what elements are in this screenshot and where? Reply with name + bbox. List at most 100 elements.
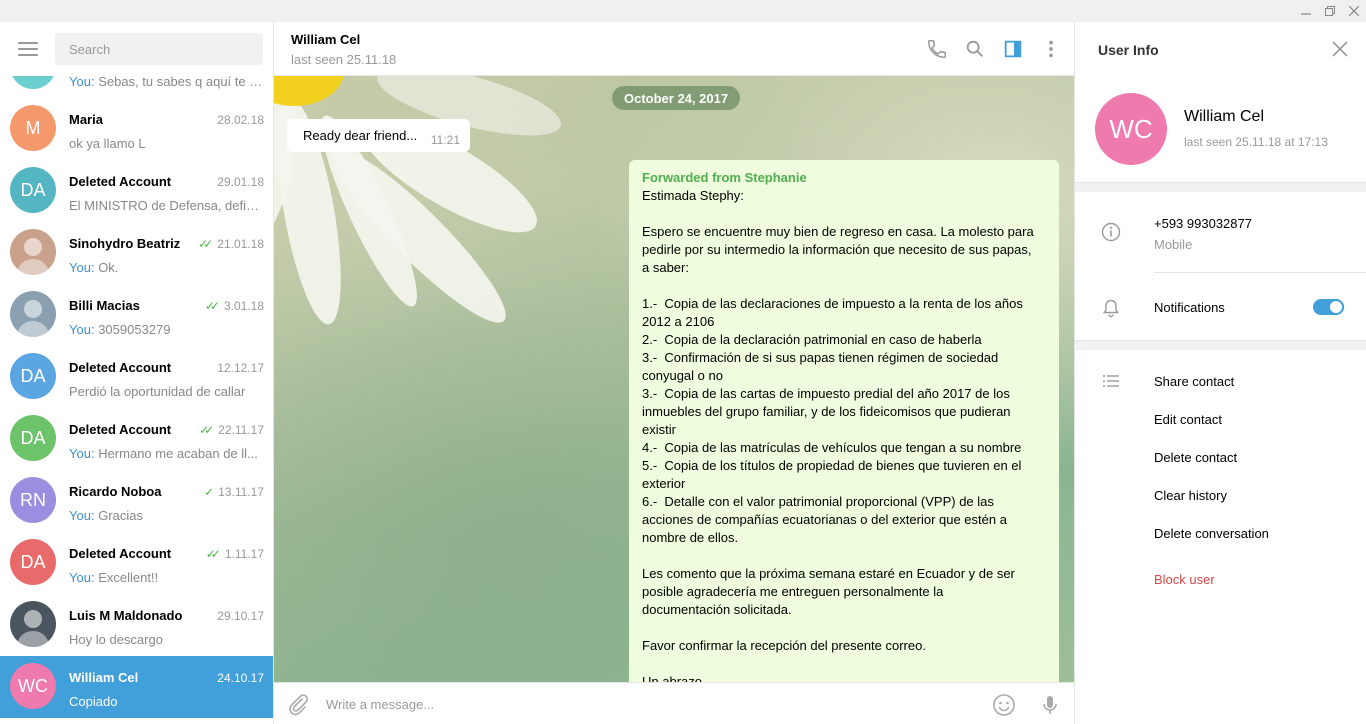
message-line: Favor confirmar la recepción del present… bbox=[642, 638, 926, 653]
user-name: William Cel bbox=[1184, 108, 1264, 125]
message-input[interactable] bbox=[326, 693, 976, 715]
chat-list-item[interactable]: DA Deleted Account ✓✓ 22.11.17 You: Hermano … bbox=[0, 408, 273, 470]
chat-date: 24.10.17 bbox=[217, 671, 264, 685]
menu-icon[interactable] bbox=[18, 42, 38, 56]
chat-name: Deleted Account bbox=[69, 360, 172, 375]
sidebar-toggle-icon[interactable] bbox=[1002, 38, 1024, 60]
message-line: Espero se encuentre muy bien de regreso … bbox=[642, 224, 1034, 239]
close-icon[interactable] bbox=[1331, 40, 1349, 58]
date-separator: October 24, 2017 bbox=[612, 86, 741, 110]
user-info-title: User Info bbox=[1098, 42, 1159, 58]
user-avatar[interactable]: WC bbox=[1095, 93, 1167, 165]
message-line: Un abrazo bbox=[642, 674, 702, 682]
phone-icon[interactable] bbox=[926, 38, 948, 60]
bell-icon bbox=[1101, 298, 1121, 318]
message-line bbox=[642, 547, 1046, 565]
chat-date-text: 1.11.17 bbox=[224, 547, 264, 561]
chat-list-item[interactable]: M Maria 28.02.18 ok ya llamo L bbox=[0, 98, 273, 160]
chat-date: 29.10.17 bbox=[217, 609, 264, 623]
chat-date: 29.01.18 bbox=[217, 175, 264, 189]
chat-date: ✓✓ 21.01.18 bbox=[198, 237, 264, 251]
delete-conversation-button[interactable]: Delete conversation bbox=[1154, 526, 1269, 541]
you-prefix: You: bbox=[69, 508, 95, 523]
info-icon bbox=[1101, 222, 1121, 242]
edit-contact-button[interactable]: Edit contact bbox=[1154, 412, 1222, 427]
chat-list-item[interactable]: DA Deleted Account ✓✓ 1.11.17 You: Excellent… bbox=[0, 532, 273, 594]
chat-list-item[interactable]: Sinohydro Beatriz ✓✓ 21.01.18 You: Ok. bbox=[0, 222, 273, 284]
chat-status: last seen 25.11.18 bbox=[291, 52, 397, 67]
chat-list-item[interactable]: Luis M Maldonado 29.10.17 Hoy lo descargo bbox=[0, 594, 273, 656]
more-vertical-icon[interactable] bbox=[1040, 38, 1062, 60]
chat-name: William Cel bbox=[69, 670, 139, 685]
check-icon: ✓✓ bbox=[199, 423, 214, 437]
chat-date: ✓✓ 3.01.18 bbox=[205, 299, 264, 313]
chat-date-text: 22.11.17 bbox=[218, 423, 264, 437]
delete-contact-button[interactable]: Delete contact bbox=[1154, 450, 1237, 465]
avatar: M bbox=[10, 105, 56, 151]
avatar bbox=[10, 601, 56, 647]
window-close-icon[interactable] bbox=[1340, 0, 1366, 22]
phone-label: Mobile bbox=[1154, 237, 1193, 252]
message-line: nombre de ellos. bbox=[642, 530, 739, 545]
avatar: DA bbox=[10, 353, 56, 399]
chat-name: Ricardo Noboa bbox=[69, 484, 162, 499]
chat-list-panel: SCYou: Sebas, tu sabes q aquí te q...MMa… bbox=[0, 22, 274, 724]
chat-list-item[interactable]: RN Ricardo Noboa ✓ 13.11.17 You: Gracias bbox=[0, 470, 273, 532]
chat-preview-text: Hoy lo descargo bbox=[69, 632, 163, 647]
message-line bbox=[642, 619, 1046, 637]
chat-date-text: 3.01.18 bbox=[223, 299, 264, 313]
chat-preview: Copiado bbox=[69, 694, 265, 709]
message-line: acciones de compañías ecuatorianas o del… bbox=[642, 512, 1007, 527]
search-input[interactable] bbox=[55, 33, 263, 65]
avatar bbox=[10, 291, 56, 337]
avatar: RN bbox=[10, 477, 56, 523]
microphone-icon[interactable] bbox=[1038, 693, 1062, 717]
search-icon[interactable] bbox=[964, 38, 986, 60]
avatar: DA bbox=[10, 415, 56, 461]
chat-name: Deleted Account bbox=[69, 422, 172, 437]
chat-preview: Perdió la oportunidad de callar bbox=[69, 384, 265, 399]
user-last-seen: last seen 25.11.18 at 17:13 bbox=[1184, 135, 1328, 149]
message-line: documentación solicitada. bbox=[642, 602, 792, 617]
phone-number[interactable]: +593 993032877 bbox=[1154, 216, 1252, 231]
wallpaper-flower-center bbox=[274, 76, 344, 106]
chat-list-item[interactable]: DA Deleted Account 12.12.17 Perdió la oport… bbox=[0, 346, 273, 408]
chat-date: 28.02.18 bbox=[217, 113, 264, 127]
message-line bbox=[642, 655, 1046, 673]
incoming-message[interactable]: Ready dear friend... 11:21 bbox=[287, 119, 470, 152]
divider bbox=[1154, 272, 1366, 273]
share-contact-button[interactable]: Share contact bbox=[1154, 374, 1234, 389]
check-icon: ✓✓ bbox=[198, 237, 213, 251]
chat-preview-text: ok ya llamo L bbox=[69, 136, 146, 151]
chat-date: 12.12.17 bbox=[217, 361, 264, 375]
message-time: 11:21 bbox=[430, 133, 460, 147]
chat-preview-text: Perdió la oportunidad de callar bbox=[69, 384, 246, 399]
message-line: a saber: bbox=[642, 260, 689, 275]
you-prefix: You: bbox=[69, 570, 95, 585]
chat-date: ✓✓ 1.11.17 bbox=[206, 547, 264, 561]
chat-name: Luis M Maldonado bbox=[69, 608, 183, 623]
forwarded-from-label[interactable]: Forwarded from Stephanie bbox=[642, 169, 1046, 187]
clear-history-button[interactable]: Clear history bbox=[1154, 488, 1227, 503]
chat-preview: You: Gracias bbox=[69, 508, 265, 523]
chat-list-item[interactable]: WC William Cel 24.10.17 Copiado bbox=[0, 656, 273, 718]
message-line: exterior bbox=[642, 476, 686, 491]
message-composer bbox=[274, 682, 1074, 724]
chat-list-item[interactable]: Billi Macias ✓✓ 3.01.18 You: 3059053279 bbox=[0, 284, 273, 346]
forwarded-message[interactable]: Forwarded from Stephanie Estimada Stephy… bbox=[629, 160, 1059, 682]
attach-icon[interactable] bbox=[286, 693, 310, 717]
block-user-button[interactable]: Block user bbox=[1154, 572, 1215, 587]
message-line: 5.- Copia de los títulos de propiedad de… bbox=[642, 458, 1022, 473]
you-prefix: You: bbox=[69, 260, 95, 275]
window-title-bar bbox=[0, 0, 1366, 22]
chat-name: Sinohydro Beatriz bbox=[69, 236, 181, 251]
chat-list-item[interactable]: DA Deleted Account 29.01.18 El MINISTRO de … bbox=[0, 160, 273, 222]
message-line: 2012 a 2106 bbox=[642, 314, 715, 329]
chat-name: Maria bbox=[69, 112, 103, 127]
notifications-toggle[interactable] bbox=[1313, 299, 1344, 315]
chat-title[interactable]: William Cel bbox=[291, 32, 360, 47]
check-icon: ✓✓ bbox=[204, 299, 220, 313]
chat-preview-text: Copiado bbox=[69, 694, 118, 709]
chat-date-text: 13.11.17 bbox=[218, 485, 264, 499]
emoji-icon[interactable] bbox=[992, 693, 1016, 717]
